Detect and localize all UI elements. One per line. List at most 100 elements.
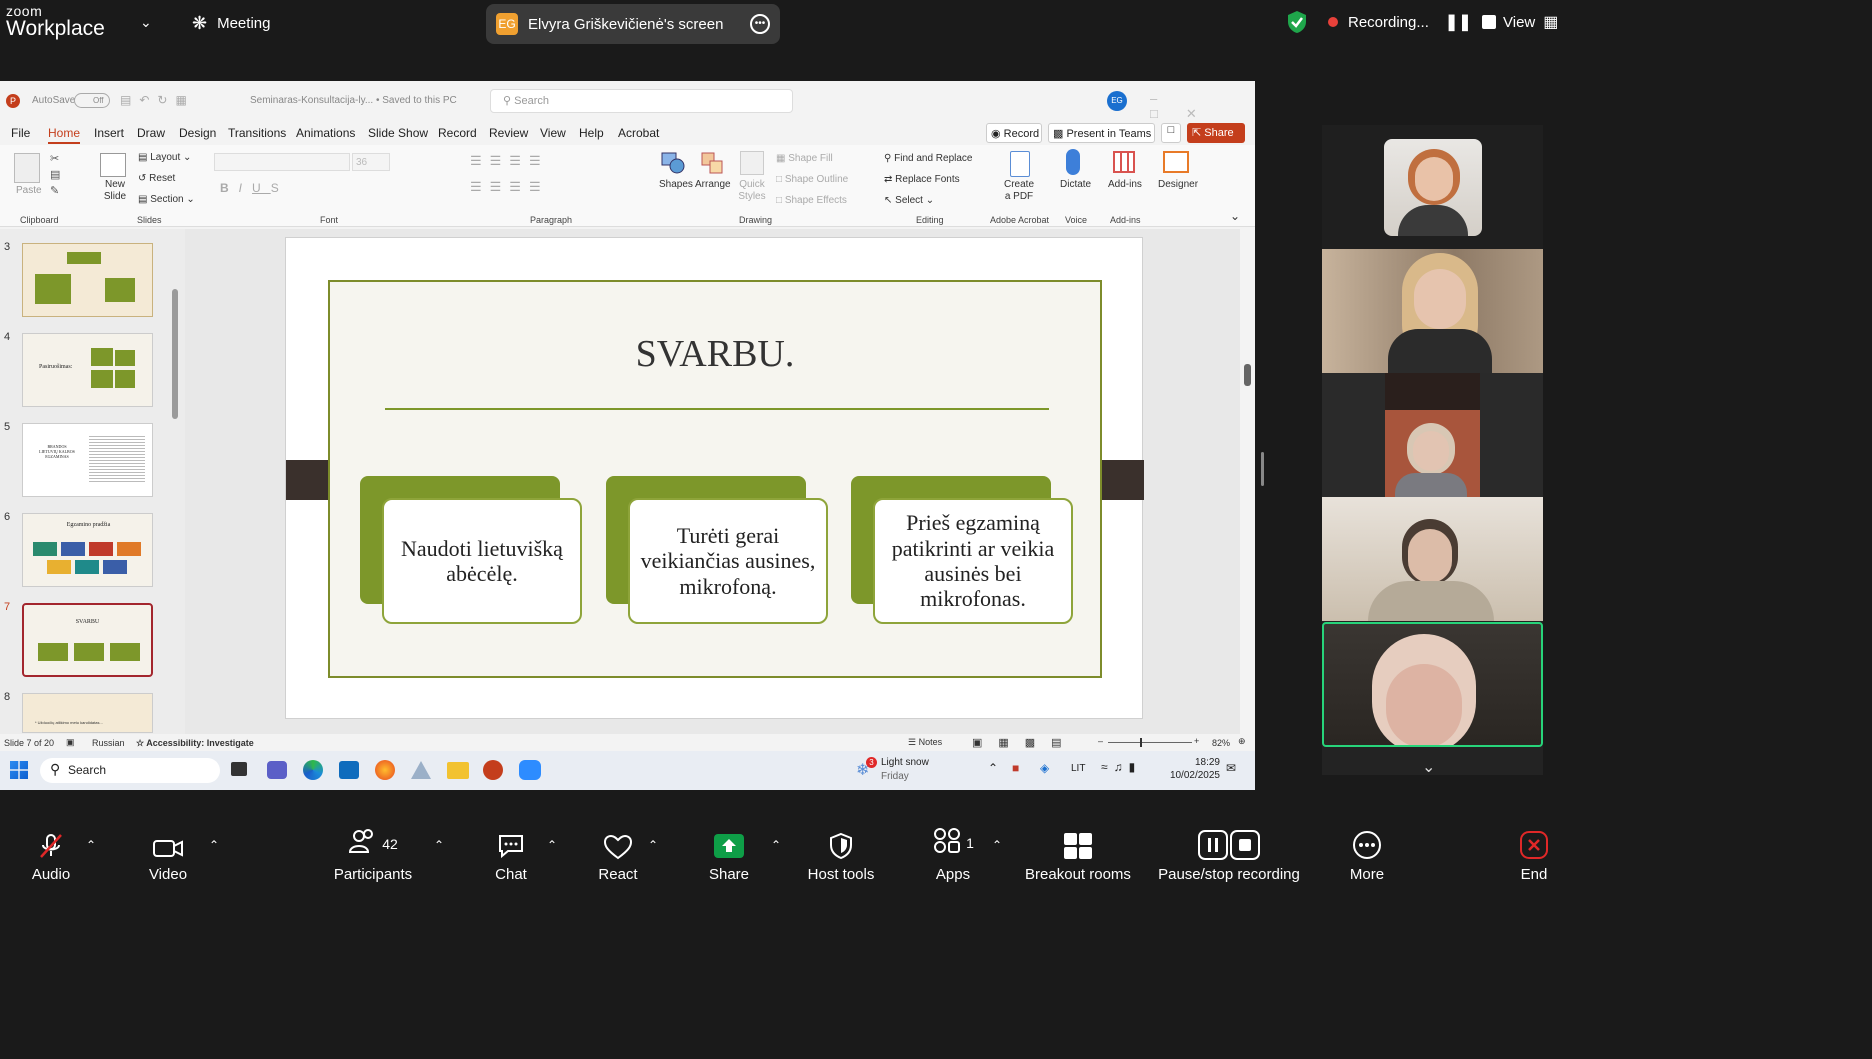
add-ins-label[interactable]: Add-ins xyxy=(1108,179,1142,190)
video-options-caret-icon[interactable]: ⌃ xyxy=(209,838,219,852)
tab-acrobat[interactable]: Acrobat xyxy=(618,126,659,140)
shape-fill-button[interactable]: ▦ Shape Fill xyxy=(776,153,833,164)
task-view-icon[interactable] xyxy=(231,762,247,776)
share-options-caret-icon[interactable]: ⌃ xyxy=(771,838,781,852)
keyboard-language[interactable]: LIT xyxy=(1071,763,1085,774)
stop-recording-icon[interactable] xyxy=(1481,15,1496,29)
app-icon[interactable] xyxy=(411,761,431,779)
notification-icon[interactable]: ✉ xyxy=(1226,761,1236,775)
participant-video-tile[interactable] xyxy=(1322,373,1543,497)
fit-slide-icon[interactable]: ⊕ xyxy=(1238,736,1246,747)
font-format-icons[interactable]: BIUS xyxy=(220,181,289,195)
tray-chevron-icon[interactable]: ⌃ xyxy=(988,761,998,775)
accessibility-status[interactable]: ☆ Accessibility: Investigate xyxy=(136,738,254,749)
video-button[interactable]: Video xyxy=(140,816,196,887)
tab-view[interactable]: View xyxy=(540,126,566,140)
tab-file[interactable]: File xyxy=(11,126,30,140)
slide-thumbnail-7[interactable]: SVARBU xyxy=(22,603,153,677)
tray-security-icon[interactable]: ◈ xyxy=(1040,761,1049,775)
chevron-down-icon[interactable]: ⌄ xyxy=(140,14,152,31)
tab-review[interactable]: Review xyxy=(489,126,528,140)
slide-thumbnail-4[interactable]: Pasiruošimas: xyxy=(22,333,153,407)
notes-button[interactable]: ☰ Notes xyxy=(908,737,942,748)
select-button[interactable]: ↖ Select ⌄ xyxy=(884,195,934,206)
clipboard-icons[interactable]: ✂ ▤ ✎ xyxy=(50,151,60,199)
ppt-search-box[interactable]: ⚲ Search xyxy=(490,89,793,113)
host-tools-button[interactable]: Host tools xyxy=(800,816,882,887)
align-icons[interactable]: ☰☰☰☰ xyxy=(470,179,549,195)
quick-styles-icon[interactable] xyxy=(740,151,764,175)
edge-icon[interactable] xyxy=(303,760,323,780)
tab-record[interactable]: Record xyxy=(438,126,477,140)
audio-options-caret-icon[interactable]: ⌃ xyxy=(86,838,96,852)
apps-options-caret-icon[interactable]: ⌃ xyxy=(992,838,1002,852)
arrange-icon[interactable] xyxy=(700,151,726,178)
shapes-icon[interactable] xyxy=(660,151,686,175)
canvas-scrollbar[interactable] xyxy=(1244,364,1251,386)
view-mode-icons[interactable]: ▣▦▩▤ xyxy=(972,736,1078,749)
font-name-box[interactable] xyxy=(214,153,350,171)
zoom-out-icon[interactable]: – xyxy=(1098,736,1103,746)
tab-help[interactable]: Help xyxy=(579,126,604,140)
designer-icon[interactable] xyxy=(1163,151,1189,173)
tab-design[interactable]: Design xyxy=(179,126,216,140)
breakout-rooms-button[interactable]: Breakout rooms xyxy=(1020,816,1136,887)
zoom-in-icon[interactable]: + xyxy=(1194,736,1199,746)
current-slide[interactable]: SVARBU. Naudoti lietuvišką abėcėlę. Turė… xyxy=(285,237,1144,719)
tab-insert[interactable]: Insert xyxy=(94,126,124,140)
apps-button[interactable]: 1 Apps xyxy=(928,816,978,887)
share-screen-button[interactable]: Share xyxy=(706,816,752,887)
add-ins-icon[interactable] xyxy=(1113,151,1135,173)
taskbar-search[interactable]: ⚲ Search xyxy=(40,758,220,783)
designer-label[interactable]: Designer xyxy=(1158,179,1198,190)
create-pdf-label[interactable]: Create a PDF xyxy=(1000,179,1038,203)
list-icons[interactable]: ☰☰☰☰ xyxy=(470,153,549,169)
record-button[interactable]: ◉ Record xyxy=(986,123,1042,143)
chat-button[interactable]: Chat xyxy=(490,816,532,887)
slide-thumbnail-5[interactable]: BRANDOS LIETUVIŲ KALBOS EGZAMINAS xyxy=(22,423,153,497)
present-in-teams-button[interactable]: ▩ Present in Teams xyxy=(1048,123,1155,143)
quick-access-icons[interactable]: ▤↶↻▦ xyxy=(120,93,195,107)
powerpoint-taskbar-icon[interactable] xyxy=(483,760,503,780)
meeting-info-button[interactable]: ❋ Meeting xyxy=(192,13,270,34)
section-button[interactable]: ▤ Section ⌄ xyxy=(138,194,195,205)
clock-time[interactable]: 18:29 xyxy=(1168,757,1220,768)
spelling-icon[interactable]: ▣ xyxy=(66,737,75,748)
zoom-taskbar-icon[interactable] xyxy=(519,760,541,780)
reset-button[interactable]: ↺ Reset xyxy=(138,173,175,184)
participants-options-caret-icon[interactable]: ⌃ xyxy=(434,838,444,852)
end-meeting-button[interactable]: End xyxy=(1514,816,1554,887)
comments-icon[interactable]: □ xyxy=(1161,123,1181,143)
tab-slide-show[interactable]: Slide Show xyxy=(368,126,428,140)
tab-transitions[interactable]: Transitions xyxy=(228,126,286,140)
screen-share-pill[interactable]: EG Elvyra Griškevičienė's screen ••• xyxy=(486,4,780,44)
pdf-icon[interactable] xyxy=(1010,151,1030,177)
language-label[interactable]: Russian xyxy=(92,738,125,748)
teams-icon[interactable] xyxy=(267,761,287,779)
shape-outline-button[interactable]: □ Shape Outline xyxy=(776,174,848,185)
participants-button[interactable]: 42 Participants xyxy=(330,816,416,887)
font-size-box[interactable]: 36 xyxy=(352,153,390,171)
tab-home[interactable]: Home xyxy=(48,126,81,144)
active-speaker-tile[interactable] xyxy=(1322,622,1543,747)
pause-recording-icon[interactable]: ❚❚ xyxy=(1445,12,1472,32)
participant-video-tile[interactable] xyxy=(1322,497,1543,621)
chat-options-caret-icon[interactable]: ⌃ xyxy=(547,838,557,852)
slide-thumbnail-6[interactable]: Egzamino pradžia xyxy=(22,513,153,587)
new-slide-label[interactable]: New Slide xyxy=(98,179,132,203)
thumbnail-scrollbar[interactable] xyxy=(172,289,178,419)
weather-text[interactable]: Light snow xyxy=(881,757,929,768)
autosave-toggle[interactable]: Off xyxy=(74,93,110,108)
clock-date[interactable]: 10/02/2025 xyxy=(1160,770,1220,781)
windows-start-icon[interactable] xyxy=(10,761,28,779)
participant-video-tile[interactable] xyxy=(1322,125,1543,249)
dictate-label[interactable]: Dictate xyxy=(1060,179,1091,190)
file-explorer-icon[interactable] xyxy=(447,762,469,779)
layout-button[interactable]: ▤ Layout ⌄ xyxy=(138,152,191,163)
paste-icon[interactable] xyxy=(14,153,40,183)
shape-effects-button[interactable]: □ Shape Effects xyxy=(776,195,847,206)
participant-video-tile[interactable] xyxy=(1322,249,1543,373)
zoom-slider[interactable] xyxy=(1108,742,1192,743)
pause-stop-recording-button[interactable]: Pause/stop recording xyxy=(1152,816,1306,887)
react-options-caret-icon[interactable]: ⌃ xyxy=(648,838,658,852)
